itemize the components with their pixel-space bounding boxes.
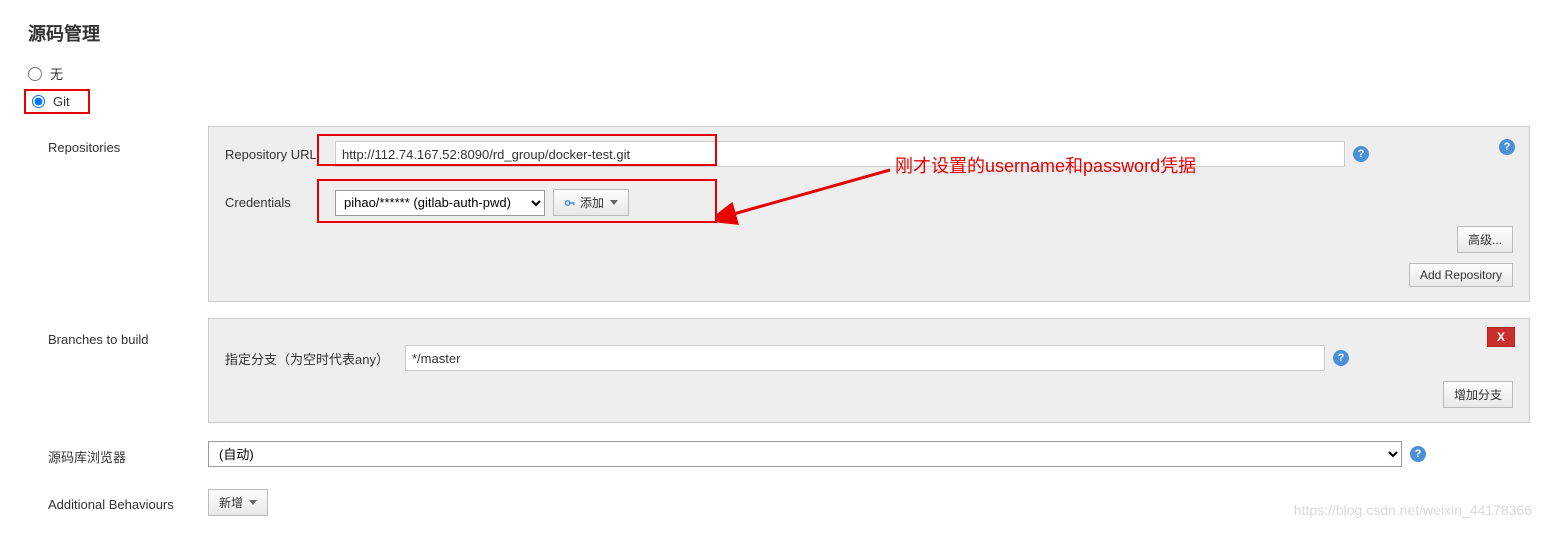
scm-radio-none-row: 无	[28, 64, 1530, 83]
add-repository-button[interactable]: Add Repository	[1409, 263, 1513, 287]
help-icon[interactable]: ?	[1410, 446, 1426, 462]
add-behaviour-button[interactable]: 新增	[208, 489, 268, 516]
add-credentials-button[interactable]: 添加	[553, 189, 629, 216]
scm-radio-none-label: 无	[50, 64, 63, 83]
add-branch-button[interactable]: 增加分支	[1443, 381, 1513, 408]
key-icon	[564, 197, 576, 209]
branch-row: 指定分支（为空时代表any） ?	[225, 345, 1513, 371]
chevron-down-icon	[610, 200, 618, 205]
section-title: 源码管理	[28, 20, 1530, 46]
repositories-heading: Repositories	[48, 126, 208, 302]
branches-block: Branches to build X 指定分支（为空时代表any） ? 增加分…	[48, 318, 1530, 423]
repo-url-input[interactable]	[335, 141, 1345, 167]
repo-url-row: Repository URL ?	[225, 141, 1513, 167]
scm-radio-git-label: Git	[53, 94, 70, 109]
advanced-button[interactable]: 高级...	[1457, 226, 1513, 253]
source-browser-row: 源码库浏览器 (自动) ?	[48, 441, 1530, 467]
scm-radio-none[interactable]	[28, 67, 42, 81]
repo-panel-actions: 高级... Add Repository	[225, 226, 1513, 287]
credentials-select[interactable]: pihao/****** (gitlab-auth-pwd)	[335, 190, 545, 216]
help-icon[interactable]: ?	[1333, 350, 1349, 366]
branches-heading: Branches to build	[48, 318, 208, 423]
credentials-label: Credentials	[225, 195, 335, 210]
scm-radio-git[interactable]	[32, 95, 45, 108]
branch-label: 指定分支（为空时代表any）	[225, 349, 405, 368]
help-icon[interactable]: ?	[1353, 146, 1369, 162]
repo-url-label: Repository URL	[225, 147, 335, 162]
credentials-row: Credentials pihao/****** (gitlab-auth-pw…	[225, 189, 1513, 216]
branches-panel: X 指定分支（为空时代表any） ? 增加分支	[208, 318, 1530, 423]
remove-branch-button[interactable]: X	[1487, 327, 1515, 347]
additional-behaviours-label: Additional Behaviours	[48, 493, 208, 512]
add-credentials-label: 添加	[580, 194, 604, 211]
source-browser-label: 源码库浏览器	[48, 443, 208, 466]
branch-input[interactable]	[405, 345, 1325, 371]
branches-panel-actions: 增加分支	[225, 381, 1513, 408]
source-browser-select[interactable]: (自动)	[208, 441, 1402, 467]
scm-radio-git-highlight: Git	[24, 89, 90, 114]
repositories-block: Repositories ? Repository URL ? Credenti…	[48, 126, 1530, 302]
add-behaviour-label: 新增	[219, 494, 243, 511]
repositories-panel: ? Repository URL ? Credentials pihao/***…	[208, 126, 1530, 302]
chevron-down-icon	[249, 500, 257, 505]
watermark: https://blog.csdn.net/weixin_44178366	[1294, 502, 1532, 518]
